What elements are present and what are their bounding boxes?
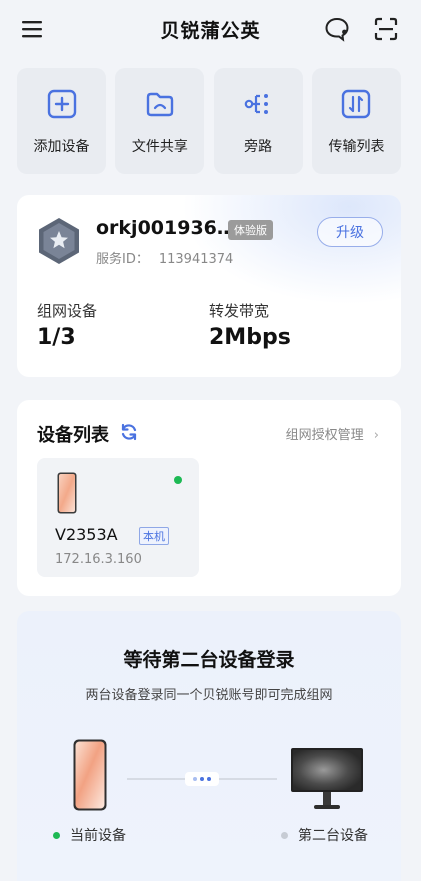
network-auth-manage-link[interactable]: 组网授权管理 ›: [286, 424, 379, 443]
service-id: 服务ID： 113941374: [96, 248, 233, 267]
upgrade-button[interactable]: 升级: [317, 217, 383, 247]
device-list-title: 设备列表: [37, 425, 109, 446]
account-card: orkj001936… 体验版 升级 服务ID： 113941374 组网设备 1…: [17, 195, 401, 377]
waiting-subtitle: 两台设备登录同一个贝锐账号即可完成组网: [85, 688, 333, 703]
star-badge-icon: [39, 218, 79, 264]
waiting-card: 等待第二台设备登录 两台设备登录同一个贝锐账号即可完成组网 当前设备 第二台设备: [17, 611, 401, 881]
device-item[interactable]: V2353A 本机 172.16.3.160: [37, 458, 199, 577]
phone-icon: [73, 739, 107, 811]
service-id-value: 113941374: [158, 252, 234, 267]
second-device-label: 第二台设备: [298, 828, 368, 844]
file-share-label: 文件共享: [131, 139, 188, 155]
chevron-right-icon: ›: [373, 428, 379, 443]
device-ip: 172.16.3.160: [55, 552, 142, 567]
connecting-dots: [185, 772, 219, 786]
bandwidth-label: 转发带宽: [209, 302, 270, 320]
networked-devices-value: 1/3: [37, 325, 76, 350]
device-list-card: 设备列表 组网授权管理 › V2353A 本机 172.16.3.160: [17, 400, 401, 596]
file-share-button[interactable]: 文件共享: [115, 68, 205, 174]
scan-icon[interactable]: [372, 15, 400, 43]
phone-icon: [57, 472, 77, 514]
current-device-dot: [53, 831, 60, 839]
monitor-icon: [291, 748, 363, 809]
current-device-label: 当前设备: [70, 828, 126, 844]
current-device-legend: 当前设备: [53, 825, 126, 845]
refresh-icon[interactable]: [119, 422, 139, 442]
second-device-legend: 第二台设备: [281, 825, 368, 845]
bandwidth-value: 2Mbps: [209, 325, 291, 350]
bypass-button[interactable]: 旁路: [213, 68, 303, 174]
file-share-icon: [146, 92, 174, 117]
second-device-dot: [281, 831, 288, 839]
tier-badge: 体验版: [228, 220, 273, 240]
add-device-button[interactable]: 添加设备: [17, 68, 106, 174]
account-name: orkj001936…: [96, 217, 236, 239]
bypass-icon: [244, 94, 269, 114]
transfer-list-button[interactable]: 传输列表: [311, 68, 401, 174]
transfer-list-label: 传输列表: [328, 139, 385, 155]
quick-actions: 添加设备 文件共享 旁路 传输列表: [17, 68, 401, 174]
service-id-label: 服务ID：: [96, 252, 149, 267]
add-device-icon: [47, 89, 76, 119]
top-bar: 贝锐蒲公英: [0, 0, 421, 58]
app-title: 贝锐蒲公英: [160, 19, 261, 42]
chat-icon[interactable]: [323, 15, 351, 43]
menu-icon[interactable]: [20, 17, 44, 41]
add-device-label: 添加设备: [33, 139, 90, 155]
device-name: V2353A: [55, 525, 118, 544]
network-auth-manage-label: 组网授权管理: [285, 428, 364, 443]
online-status-dot: [174, 476, 182, 484]
bypass-label: 旁路: [244, 139, 273, 155]
transfer-list-icon: [342, 89, 371, 119]
waiting-title: 等待第二台设备登录: [123, 649, 295, 671]
networked-devices-label: 组网设备: [37, 302, 98, 320]
local-device-tag: 本机: [139, 527, 169, 545]
